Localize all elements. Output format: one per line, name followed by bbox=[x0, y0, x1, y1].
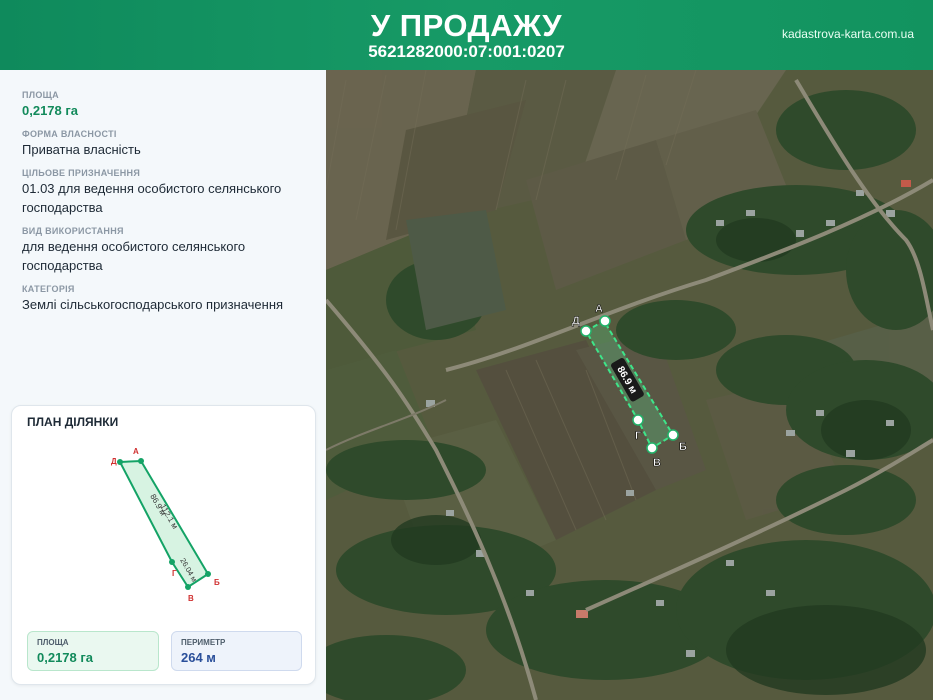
field-area: ПЛОЩА 0,2178 га bbox=[22, 90, 312, 120]
purpose-label: ЦІЛЬОВЕ ПРИЗНАЧЕННЯ bbox=[22, 168, 141, 178]
header: У ПРОДАЖУ 5621282000:07:001:0207 kadastr… bbox=[0, 0, 933, 70]
plan-vertex-b bbox=[205, 571, 211, 577]
map-vertex-b[interactable] bbox=[667, 429, 679, 441]
map-label-g: Г bbox=[635, 430, 642, 442]
field-usage: ВИД ВИКОРИСТАННЯ для ведення особистого … bbox=[22, 226, 312, 275]
purpose-value: 01.03 для ведення особистого селянського… bbox=[22, 181, 282, 215]
plan-label-a: А bbox=[133, 447, 139, 456]
plan-label-b: Б bbox=[214, 578, 220, 587]
map-label-a: А bbox=[595, 303, 603, 315]
cadastral-number: 5621282000:07:001:0207 bbox=[368, 42, 565, 61]
ownership-value: Приватна власність bbox=[22, 142, 141, 157]
map-vertex-a[interactable] bbox=[599, 315, 611, 327]
category-label: КАТЕГОРІЯ bbox=[22, 284, 75, 294]
area-box-label: ПЛОЩА bbox=[37, 638, 69, 647]
map-label-d: Д bbox=[572, 315, 580, 327]
map-vertex-g[interactable] bbox=[632, 414, 644, 426]
field-category: КАТЕГОРІЯ Землі сільськогосподарського п… bbox=[22, 284, 312, 314]
plan-vertex-g bbox=[169, 559, 175, 565]
map-label-b: Б bbox=[679, 441, 687, 453]
perimeter-box: ПЕРИМЕТР 264 м bbox=[171, 631, 302, 671]
area-value: 0,2178 га bbox=[22, 103, 79, 118]
satellite-map[interactable]: 86.9 м А Б В Г Д bbox=[326, 70, 933, 700]
area-box: ПЛОЩА 0,2178 га bbox=[27, 631, 159, 671]
field-ownership: ФОРМА ВЛАСНОСТІ Приватна власність bbox=[22, 129, 312, 159]
usage-label: ВИД ВИКОРИСТАННЯ bbox=[22, 226, 124, 236]
area-label: ПЛОЩА bbox=[22, 90, 59, 100]
plan-label-v: В bbox=[188, 594, 194, 603]
perimeter-box-value: 264 м bbox=[181, 650, 216, 665]
plan-parcel-shape bbox=[118, 459, 210, 589]
field-purpose: ЦІЛЬОВЕ ПРИЗНАЧЕННЯ 01.03 для ведення ос… bbox=[22, 168, 312, 217]
usage-value: для ведення особистого селянського госпо… bbox=[22, 239, 246, 273]
category-value: Землі сільськогосподарського призначення bbox=[22, 297, 284, 312]
area-box-value: 0,2178 га bbox=[37, 650, 94, 665]
plan-vertex-a bbox=[138, 458, 144, 464]
map-label-v: В bbox=[653, 457, 661, 469]
plan-card: ПЛАН ДІЛЯНКИ А Б В Г Д 112.1 м 86.9 м 26… bbox=[11, 405, 316, 685]
map-drawing: 86.9 м А Б В Г Д bbox=[326, 70, 933, 700]
parcel-info: ПЛОЩА 0,2178 га ФОРМА ВЛАСНОСТІ Приватна… bbox=[22, 90, 312, 323]
map-vertex-v[interactable] bbox=[646, 442, 658, 454]
plan-label-d: Д bbox=[111, 457, 117, 466]
plan-vertex-v bbox=[185, 584, 191, 590]
plan-label-g: Г bbox=[172, 569, 177, 578]
site-link[interactable]: kadastrova-karta.com.ua bbox=[782, 27, 914, 41]
info-panel: ПЛОЩА 0,2178 га ФОРМА ВЛАСНОСТІ Приватна… bbox=[0, 70, 326, 700]
map-vertex-d[interactable] bbox=[580, 325, 592, 337]
plan-vertex-d bbox=[117, 459, 123, 465]
ownership-label: ФОРМА ВЛАСНОСТІ bbox=[22, 129, 117, 139]
perimeter-box-label: ПЕРИМЕТР bbox=[181, 638, 226, 647]
